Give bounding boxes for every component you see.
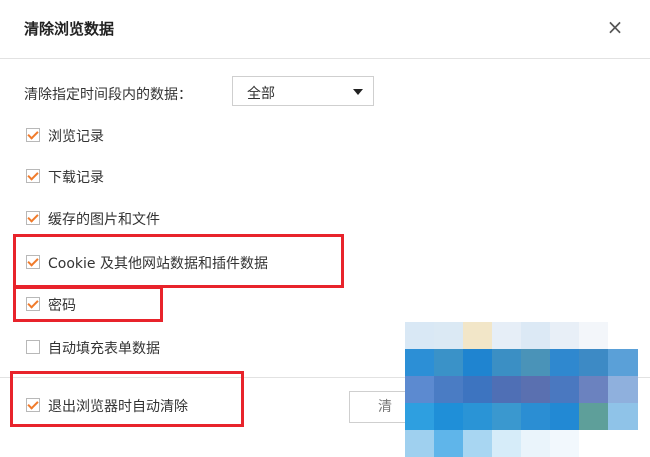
highlight-box-clear-on-exit (10, 371, 244, 427)
mosaic-tile (492, 403, 522, 430)
highlight-box-cookies (13, 234, 344, 288)
mosaic-tile (405, 430, 435, 457)
mosaic-tile (608, 430, 638, 457)
mosaic-tile (492, 430, 522, 457)
mosaic-tile (608, 403, 638, 430)
mosaic-tile (521, 403, 551, 430)
mosaic-tile (492, 376, 522, 403)
mosaic-tile (492, 322, 522, 349)
option-label: 浏览记录 (48, 129, 104, 145)
checkbox-download-history[interactable] (26, 169, 40, 183)
mosaic-tile (434, 349, 464, 376)
checkbox-autofill-form-data[interactable] (26, 340, 40, 354)
mosaic-tile (579, 403, 609, 430)
option-label: 下载记录 (48, 170, 104, 186)
option-label: 自动填充表单数据 (48, 341, 160, 357)
highlight-box-passwords (13, 286, 163, 322)
mosaic-tile (405, 322, 435, 349)
mosaic-tile (434, 376, 464, 403)
mosaic-tile (463, 349, 493, 376)
mosaic-tile (521, 349, 551, 376)
mosaic-tile (579, 349, 609, 376)
mosaic-tile (405, 403, 435, 430)
time-range-select[interactable]: 全部 (232, 76, 374, 106)
mosaic-tile (463, 403, 493, 430)
time-range-label: 清除指定时间段内的数据： (24, 87, 192, 103)
mosaic-tile (434, 430, 464, 457)
mosaic-tile (579, 322, 609, 349)
pixelated-redaction-mosaic (405, 322, 640, 457)
mosaic-tile (521, 376, 551, 403)
mosaic-tile (608, 349, 638, 376)
close-icon[interactable]: × (606, 17, 624, 37)
option-label: 缓存的图片和文件 (48, 212, 160, 228)
mosaic-tile (608, 376, 638, 403)
mosaic-tile (434, 322, 464, 349)
mosaic-tile (579, 376, 609, 403)
dialog-title: 清除浏览数据 (24, 20, 115, 38)
header-divider (0, 58, 650, 59)
time-range-value: 全部 (247, 86, 275, 102)
mosaic-tile (550, 376, 580, 403)
mosaic-tile (550, 349, 580, 376)
mosaic-tile (492, 349, 522, 376)
checkbox-cached-images-files[interactable] (26, 211, 40, 225)
mosaic-tile (521, 430, 551, 457)
mosaic-tile (405, 376, 435, 403)
mosaic-tile (550, 430, 580, 457)
chevron-down-icon (353, 89, 363, 95)
mosaic-tile (463, 430, 493, 457)
mosaic-tile (521, 322, 551, 349)
mosaic-tile (550, 322, 580, 349)
mosaic-tile (463, 322, 493, 349)
mosaic-tile (550, 403, 580, 430)
mosaic-tile (405, 349, 435, 376)
mosaic-tile (434, 403, 464, 430)
checkbox-browsing-history[interactable] (26, 128, 40, 142)
mosaic-tile (463, 376, 493, 403)
mosaic-tile (579, 430, 609, 457)
mosaic-tile (608, 322, 638, 349)
clear-browsing-data-dialog: 清除浏览数据 × 清除指定时间段内的数据： 全部 浏览记录 下载记录 缓存的图片… (0, 0, 650, 457)
